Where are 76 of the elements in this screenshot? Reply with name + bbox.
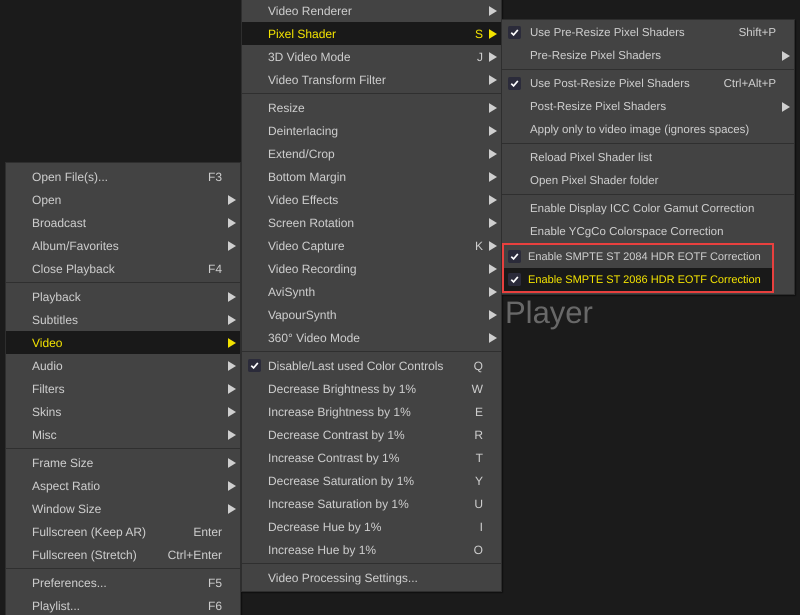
menu-item[interactable]: Broadcast (6, 211, 240, 234)
menu-item[interactable]: Apply only to video image (ignores spaces) (502, 118, 794, 141)
menu-item[interactable]: Playlist... F6 (6, 594, 240, 615)
menu-item[interactable]: Resize (242, 96, 501, 119)
shortcut-label: I (480, 520, 483, 534)
menu-item[interactable]: Decrease Saturation by 1% Y (242, 469, 501, 492)
menu-item[interactable]: Video (6, 331, 240, 354)
menu-item[interactable]: Increase Hue by 1% O (242, 538, 501, 561)
shortcut-label: S (474, 26, 483, 40)
menu-item[interactable]: Audio (6, 354, 240, 377)
menu-item[interactable]: Use Post-Resize Pixel Shaders Ctrl+Alt+P (502, 72, 794, 95)
menu-item[interactable]: Misc (6, 423, 240, 446)
menu-item[interactable]: Close Playback F4 (6, 257, 240, 280)
shortcut-label: Q (474, 358, 483, 372)
menu-item[interactable]: Video Capture K (242, 234, 501, 257)
menu-item[interactable]: Open Pixel Shader folder (502, 169, 794, 192)
menu-item[interactable]: 3D Video Mode J (242, 45, 501, 68)
shortcut-label: U (474, 496, 483, 510)
menu-item[interactable]: Playback (6, 285, 240, 308)
menu-item[interactable]: Increase Contrast by 1% T (242, 446, 501, 469)
shortcut-label: Shift+P (738, 26, 776, 38)
menu-item[interactable]: Filters (6, 377, 240, 400)
shortcut-label: O (474, 542, 483, 556)
shortcut-label: Y (474, 474, 483, 488)
shortcut-label: F5 (208, 576, 222, 590)
menu-item[interactable]: Decrease Contrast by 1% R (242, 423, 501, 446)
player-title: Player (505, 296, 593, 330)
shortcut-label: T (476, 450, 483, 464)
menu-item[interactable]: Fullscreen (Stretch) Ctrl+Enter (6, 543, 240, 566)
menu-item[interactable]: VapourSynth (242, 303, 501, 326)
menu-item[interactable]: Fullscreen (Keep AR) Enter (6, 520, 240, 543)
menu-item[interactable]: Video Renderer (242, 0, 501, 22)
shortcut-label: E (474, 404, 483, 418)
shortcut-label: F4 (208, 262, 222, 276)
menu-item[interactable]: Preferences... F5 (6, 571, 240, 594)
menu-item[interactable]: Window Size (6, 497, 240, 520)
menu-item[interactable]: Video Recording (242, 257, 501, 280)
shortcut-label: R (474, 428, 483, 442)
shortcut-label: J (477, 50, 483, 64)
menu-item[interactable]: Deinterlacing (242, 119, 501, 142)
menu-item[interactable]: Video Effects (242, 188, 501, 211)
menu-item[interactable]: Enable SMPTE ST 2086 HDR EOTF Correction (504, 268, 772, 291)
menu-item[interactable]: Extend/Crop (242, 142, 501, 165)
menu-item[interactable]: Open (6, 188, 240, 211)
menu-item[interactable]: Subtitles (6, 308, 240, 331)
shortcut-label: Ctrl+Alt+P (724, 78, 776, 90)
menu-item[interactable]: Decrease Hue by 1% I (242, 515, 501, 538)
menu-item[interactable]: Screen Rotation (242, 211, 501, 234)
menu-item[interactable]: Aspect Ratio (6, 474, 240, 497)
menu-item[interactable]: Decrease Brightness by 1% W (242, 377, 501, 400)
menu-item[interactable]: Post-Resize Pixel Shaders (502, 95, 794, 118)
shortcut-label: Enter (193, 524, 222, 538)
menu-item[interactable]: Video Processing Settings... (242, 566, 501, 589)
menu-item[interactable]: Increase Brightness by 1% E (242, 400, 501, 423)
menu-item[interactable]: Enable SMPTE ST 2084 HDR EOTF Correction (504, 245, 772, 268)
menu-item[interactable]: Open File(s)... F3 (6, 165, 240, 188)
menu-item[interactable]: Skins (6, 400, 240, 423)
menu-item[interactable]: AviSynth (242, 280, 501, 303)
menu-item[interactable]: Album/Favorites (6, 234, 240, 257)
menu-item[interactable]: 360° Video Mode (242, 326, 501, 349)
menu-item[interactable]: Frame Size (6, 451, 240, 474)
shortcut-label: F3 (208, 170, 222, 184)
shortcut-label: K (474, 238, 483, 252)
menu-item[interactable]: Use Pre-Resize Pixel Shaders Shift+P (502, 21, 794, 44)
menu-item[interactable]: Video Transform Filter (242, 68, 501, 91)
menu-item[interactable]: Increase Saturation by 1% U (242, 492, 501, 515)
menu-item[interactable]: Pre-Resize Pixel Shaders (502, 44, 794, 67)
menu-item[interactable]: Enable YCgCo Colorspace Correction (502, 220, 794, 243)
menu-item[interactable]: Disable/Last used Color Controls Q (242, 354, 501, 377)
shortcut-label: Ctrl+Enter (168, 548, 222, 562)
menu-item[interactable]: Enable Display ICC Color Gamut Correction (502, 197, 794, 220)
menu-item[interactable]: Bottom Margin (242, 165, 501, 188)
menu-item[interactable]: Reload Pixel Shader list (502, 146, 794, 169)
menu-item[interactable]: Pixel Shader S (242, 22, 501, 45)
shortcut-label: F6 (208, 598, 222, 612)
shortcut-label: W (472, 382, 483, 396)
